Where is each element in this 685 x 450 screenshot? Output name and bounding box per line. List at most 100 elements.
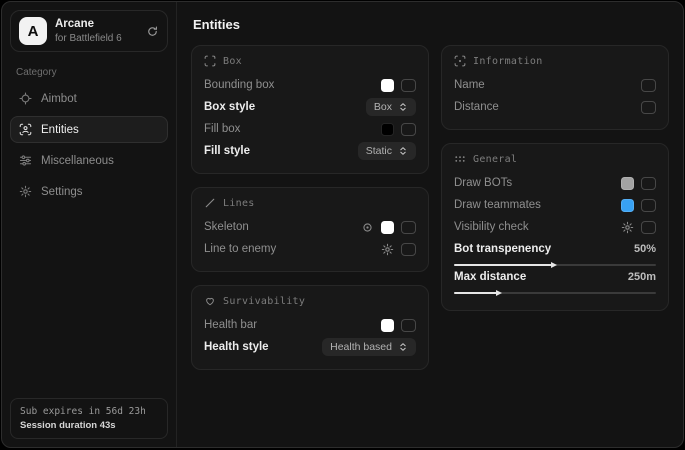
survivability-card: Survivability Health bar Health style He…	[191, 285, 429, 370]
max-distance-slider-group: Max distance 250m	[454, 271, 656, 294]
brand-text: Arcane for Battlefield 6	[55, 18, 122, 45]
sidebar: A Arcane for Battlefield 6 Category Aimb…	[2, 2, 177, 447]
row-label: Health style	[204, 341, 269, 353]
bot-transparency-slider-group: Bot transpenency 50%	[454, 243, 656, 266]
row-label: Fill style	[204, 145, 250, 157]
general-card: General Draw BOTs Draw teammates	[441, 143, 669, 311]
right-column: Information Name Distance	[441, 45, 669, 324]
color-swatch[interactable]	[621, 177, 634, 190]
sub-expiry-text: Sub expires in 56d 23h	[20, 406, 158, 417]
session-box: Sub expires in 56d 23h Session duration …	[10, 398, 168, 439]
survivability-card-header: Survivability	[204, 295, 416, 307]
app-name: Arcane	[55, 18, 122, 31]
color-swatch[interactable]	[621, 199, 634, 212]
card-title: Box	[223, 56, 242, 67]
fill-style-dropdown[interactable]: Static	[358, 142, 416, 160]
health-bar-toggle[interactable]	[401, 319, 416, 332]
slider-fill	[454, 292, 500, 294]
box-style-row: Box style Box	[204, 96, 416, 118]
slider-label: Max distance	[454, 271, 526, 283]
skeleton-settings-icon[interactable]	[361, 221, 374, 234]
distance-row: Distance	[454, 96, 656, 118]
app-logo: A	[19, 17, 47, 45]
scan-dot-icon	[454, 55, 466, 67]
entity-scan-icon	[19, 123, 32, 136]
distance-toggle[interactable]	[641, 101, 656, 114]
row-label: Fill box	[204, 123, 240, 135]
chevron-up-down-icon	[398, 342, 408, 352]
sidebar-item-label: Miscellaneous	[41, 155, 114, 167]
chevron-up-down-icon	[398, 146, 408, 156]
app-window: A Arcane for Battlefield 6 Category Aimb…	[1, 1, 684, 448]
health-style-dropdown[interactable]: Health based	[322, 338, 416, 356]
name-toggle[interactable]	[641, 79, 656, 92]
card-title: Information	[473, 56, 543, 67]
fill-box-row: Fill box	[204, 118, 416, 140]
box-style-dropdown[interactable]: Box	[366, 98, 416, 116]
draw-teammates-row: Draw teammates	[454, 194, 656, 216]
lines-card-header: Lines	[204, 197, 416, 209]
sidebar-item-aimbot[interactable]: Aimbot	[10, 85, 168, 112]
row-label: Draw teammates	[454, 199, 541, 211]
left-column: Box Bounding box Box style Box	[191, 45, 429, 383]
row-label: Visibility check	[454, 221, 529, 233]
sidebar-item-label: Aimbot	[41, 93, 77, 105]
gear-icon[interactable]	[381, 243, 394, 256]
sidebar-item-miscellaneous[interactable]: Miscellaneous	[10, 147, 168, 174]
dropdown-value: Box	[374, 101, 392, 113]
slider-value: 50%	[634, 243, 656, 255]
gear-icon	[19, 185, 32, 198]
fill-box-toggle[interactable]	[401, 123, 416, 136]
sliders-icon	[19, 154, 32, 167]
skeleton-toggle[interactable]	[401, 221, 416, 234]
row-label: Skeleton	[204, 221, 249, 233]
box-card: Box Bounding box Box style Box	[191, 45, 429, 174]
page-title: Entities	[193, 17, 669, 32]
visibility-check-toggle[interactable]	[641, 221, 656, 234]
corner-brackets-icon	[204, 55, 216, 67]
general-card-header: General	[454, 153, 656, 165]
information-card-header: Information	[454, 55, 656, 67]
category-label: Category	[16, 67, 162, 78]
chevron-up-down-icon	[398, 102, 408, 112]
row-label: Health bar	[204, 319, 257, 331]
bot-transparency-slider[interactable]	[454, 264, 656, 266]
sidebar-nav: Aimbot Entities Miscella	[10, 85, 168, 209]
row-label: Draw BOTs	[454, 177, 512, 189]
card-title: Survivability	[223, 296, 305, 307]
dots-grid-icon	[454, 153, 466, 165]
color-swatch[interactable]	[381, 319, 394, 332]
brand-card: A Arcane for Battlefield 6	[10, 10, 168, 52]
sync-icon[interactable]	[146, 25, 159, 38]
row-label: Distance	[454, 101, 499, 113]
slider-value: 250m	[628, 271, 656, 283]
color-swatch[interactable]	[381, 79, 394, 92]
lines-card: Lines Skeleton	[191, 187, 429, 272]
gear-icon[interactable]	[621, 221, 634, 234]
session-duration-text: Session duration 43s	[20, 420, 158, 431]
max-distance-slider[interactable]	[454, 292, 656, 294]
draw-bots-toggle[interactable]	[641, 177, 656, 190]
draw-teammates-toggle[interactable]	[641, 199, 656, 212]
crosshair-icon	[19, 92, 32, 105]
fill-style-row: Fill style Static	[204, 140, 416, 162]
card-columns: Box Bounding box Box style Box	[191, 45, 669, 383]
sidebar-item-entities[interactable]: Entities	[10, 116, 168, 143]
line-to-enemy-toggle[interactable]	[401, 243, 416, 256]
sidebar-item-label: Settings	[41, 186, 83, 198]
color-swatch[interactable]	[381, 123, 394, 136]
dropdown-value: Health based	[330, 341, 392, 353]
information-card: Information Name Distance	[441, 45, 669, 130]
sidebar-item-settings[interactable]: Settings	[10, 178, 168, 205]
row-label: Name	[454, 79, 485, 91]
name-row: Name	[454, 74, 656, 96]
bounding-box-toggle[interactable]	[401, 79, 416, 92]
row-label: Line to enemy	[204, 243, 276, 255]
color-swatch[interactable]	[381, 221, 394, 234]
diagonal-line-icon	[204, 197, 216, 209]
health-bar-row: Health bar	[204, 314, 416, 336]
box-card-header: Box	[204, 55, 416, 67]
skeleton-row: Skeleton	[204, 216, 416, 238]
sidebar-item-label: Entities	[41, 124, 79, 136]
main-panel: Entities Box Bounding box	[177, 2, 683, 447]
